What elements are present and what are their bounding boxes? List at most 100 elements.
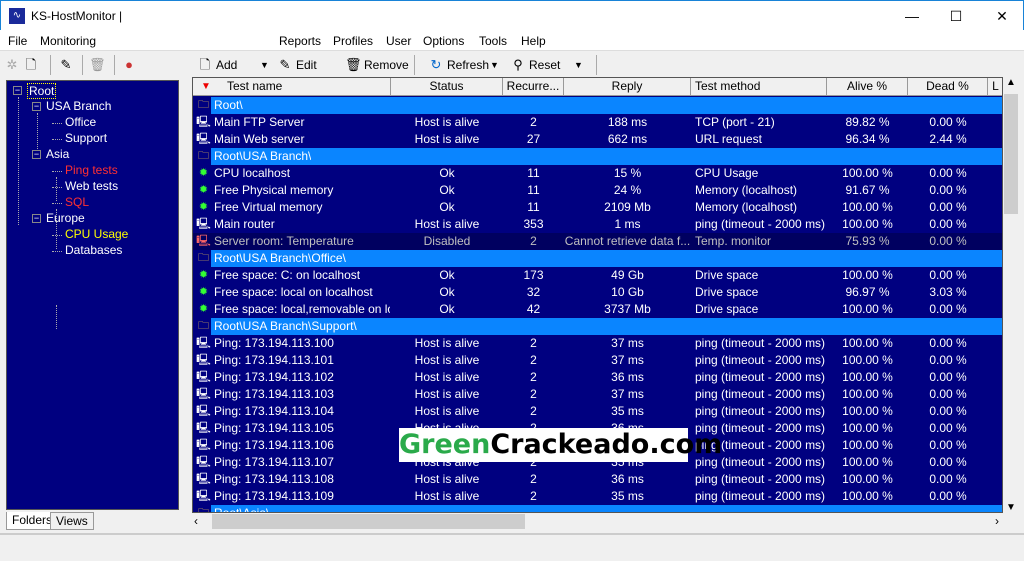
- column-header[interactable]: Alive %: [827, 78, 908, 96]
- edit-folder-icon[interactable]: ✎: [58, 57, 74, 73]
- tree-item[interactable]: USA Branch: [46, 99, 111, 113]
- refresh-button[interactable]: ↻ Refresh: [428, 55, 489, 75]
- tree-item[interactable]: Asia: [46, 147, 69, 161]
- cell: Free space: C: on localhost: [214, 268, 361, 282]
- table-row[interactable]: 🖳 Ping: 173.194.113.108 Host is alive 2 36 m…: [193, 471, 1002, 488]
- menu-reports[interactable]: Reports: [279, 34, 321, 48]
- sort-arrow-icon: ▼: [201, 81, 211, 92]
- scroll-left-icon[interactable]: ‹: [194, 514, 198, 528]
- scroll-up-icon[interactable]: ▲: [1003, 77, 1019, 94]
- table-row[interactable]: 🖳 Ping: 173.194.113.101 Host is alive 2 37 m…: [193, 352, 1002, 369]
- minimize-button[interactable]: —: [889, 1, 935, 31]
- tree-item[interactable]: CPU Usage: [65, 227, 128, 241]
- column-header[interactable]: Status: [391, 78, 503, 96]
- table-row[interactable]: 🖳 Ping: 173.194.113.102 Host is alive 2 36 m…: [193, 369, 1002, 386]
- menu-bar: File Monitoring Reports Profiles User Op…: [0, 30, 1024, 51]
- group-row[interactable]: 🗀 Root\: [193, 97, 1002, 114]
- collapse-toggle-icon[interactable]: −: [32, 102, 41, 111]
- cell: 15 %: [613, 166, 642, 180]
- tree-item[interactable]: Root: [27, 83, 57, 99]
- group-highlight: [211, 148, 1002, 165]
- new-folder-disabled-icon[interactable]: ✲: [4, 57, 20, 73]
- cell: 0.00 %: [929, 438, 967, 452]
- cell: 96.97 %: [845, 285, 890, 299]
- add-dropdown-arrow[interactable]: ▼: [260, 55, 269, 75]
- column-header[interactable]: L: [988, 78, 1002, 96]
- tree-item[interactable]: Databases: [65, 243, 122, 257]
- table-row[interactable]: ✹ CPU localhost Ok 11 15 % CPU Usage 100.00 % 0…: [193, 165, 1002, 182]
- table-row[interactable]: ✹ Free space: local on localhost Ok 32 10 Gb…: [193, 284, 1002, 301]
- computer-icon: 🖳: [196, 422, 211, 434]
- cell: 0.00 %: [929, 489, 967, 503]
- menu-file[interactable]: File: [8, 34, 27, 48]
- collapse-toggle-icon[interactable]: −: [32, 214, 41, 223]
- column-header[interactable]: ▼ Test name: [193, 78, 391, 96]
- menu-help[interactable]: Help: [521, 34, 546, 48]
- reset-button[interactable]: ⚲ Reset: [510, 55, 560, 75]
- cell: 173: [523, 268, 544, 282]
- collapse-toggle-icon[interactable]: −: [32, 150, 41, 159]
- cell: 662 ms: [607, 132, 648, 146]
- scroll-down-icon[interactable]: ▼: [1003, 502, 1019, 513]
- table-row[interactable]: ✹ Free Virtual memory Ok 11 2109 Mb Memory (l…: [193, 199, 1002, 216]
- column-header[interactable]: Dead %: [908, 78, 988, 96]
- column-header[interactable]: Test method: [691, 78, 827, 96]
- menu-profiles[interactable]: Profiles: [333, 34, 373, 48]
- tree-item[interactable]: Support: [65, 131, 107, 145]
- table-row[interactable]: 🖳 Main Web server Host is alive 27 662 ms URL…: [193, 131, 1002, 148]
- cell: Cannot retrieve data f...: [564, 234, 691, 248]
- tree-item[interactable]: Office: [65, 115, 96, 129]
- cell: Drive space: [695, 285, 759, 299]
- table-row[interactable]: 🖳 Ping: 173.194.113.104 Host is alive 2 35 m…: [193, 403, 1002, 420]
- color-palette-icon[interactable]: ●: [121, 57, 137, 73]
- vertical-scrollbar[interactable]: ▲ ▼: [1003, 77, 1019, 513]
- group-row[interactable]: 🗀 Root\USA Branch\: [193, 148, 1002, 165]
- menu-user[interactable]: User: [386, 34, 411, 48]
- maximize-button[interactable]: ☐: [933, 1, 979, 31]
- tree-item[interactable]: Ping tests: [65, 163, 118, 177]
- cell: Disabled: [423, 234, 471, 248]
- new-file-icon[interactable]: 🗋: [23, 57, 39, 73]
- tab-views[interactable]: Views: [50, 512, 94, 530]
- horizontal-scrollbar[interactable]: ‹ ›: [192, 513, 1003, 530]
- table-row[interactable]: ✹ Free space: C: on localhost Ok 173 49 Gb Dr…: [193, 267, 1002, 284]
- table-row[interactable]: ✹ Free space: local,removable on loc... Ok…: [193, 301, 1002, 318]
- table-row[interactable]: 🖳 Main FTP Server Host is alive 2 188 ms TCP …: [193, 114, 1002, 131]
- column-header[interactable]: Reply: [564, 78, 691, 96]
- cell: 100.00 %: [842, 370, 893, 384]
- group-row[interactable]: 🗀 Root\Asia\: [193, 505, 1002, 512]
- table-row[interactable]: 🖳 Ping: 173.194.113.103 Host is alive 2 37 m…: [193, 386, 1002, 403]
- cell: 35 ms: [611, 404, 644, 418]
- trash-disabled-icon[interactable]: 🗑: [89, 57, 106, 73]
- tree-item[interactable]: Web tests: [65, 179, 118, 193]
- remove-button[interactable]: 🗑 Remove: [345, 55, 409, 75]
- cell: TCP (port - 21): [695, 115, 775, 129]
- table-row[interactable]: 🖳 Ping: 173.194.113.109 Host is alive 2 35 m…: [193, 488, 1002, 505]
- menu-tools[interactable]: Tools: [479, 34, 507, 48]
- cell: ping (timeout - 2000 ms): [695, 472, 826, 486]
- table-row[interactable]: 🖳 Server room: Temperature Disabled 2 Cannot…: [193, 233, 1002, 250]
- close-button[interactable]: ✕: [979, 1, 1024, 31]
- scroll-right-icon[interactable]: ›: [995, 514, 999, 528]
- cell: 10 Gb: [611, 285, 644, 299]
- column-header[interactable]: Recurre...: [503, 78, 564, 96]
- collapse-toggle-icon[interactable]: −: [13, 86, 22, 95]
- tree-item[interactable]: Europe: [46, 211, 85, 225]
- menu-monitoring[interactable]: Monitoring: [40, 34, 96, 48]
- scroll-thumb[interactable]: [1004, 94, 1018, 214]
- refresh-dropdown-arrow[interactable]: ▼: [490, 55, 499, 75]
- table-row[interactable]: 🖳 Main router Host is alive 353 1 ms ping (ti…: [193, 216, 1002, 233]
- menu-options[interactable]: Options: [423, 34, 464, 48]
- hscroll-thumb[interactable]: [212, 514, 525, 529]
- table-row[interactable]: ✹ Free Physical memory Ok 11 24 % Memory (loc…: [193, 182, 1002, 199]
- tree-item[interactable]: SQL: [65, 195, 89, 209]
- cell: 100.00 %: [842, 200, 893, 214]
- group-label: Root\USA Branch\Office\: [214, 251, 346, 265]
- edit-button[interactable]: ✎ Edit: [277, 55, 317, 75]
- cell: 100.00 %: [842, 438, 893, 452]
- add-button[interactable]: 🗋 Add: [197, 55, 238, 75]
- table-row[interactable]: 🖳 Ping: 173.194.113.100 Host is alive 2 37 m…: [193, 335, 1002, 352]
- reset-dropdown-arrow[interactable]: ▼: [574, 55, 583, 75]
- group-row[interactable]: 🗀 Root\USA Branch\Office\: [193, 250, 1002, 267]
- group-row[interactable]: 🗀 Root\USA Branch\Support\: [193, 318, 1002, 335]
